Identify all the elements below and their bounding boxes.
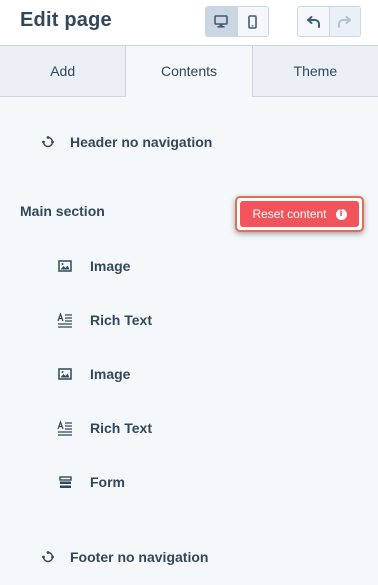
global-module-icon xyxy=(40,549,56,565)
desktop-view-button[interactable] xyxy=(206,7,237,36)
module-item-rich-text-2[interactable]: Rich Text xyxy=(57,416,152,440)
redo-button[interactable] xyxy=(328,7,360,36)
mobile-view-button[interactable] xyxy=(236,7,269,36)
reset-content-label: Reset content xyxy=(252,207,327,221)
global-module-icon xyxy=(40,134,56,150)
module-item-rich-text-1[interactable]: Rich Text xyxy=(57,308,152,332)
module-item-image-1[interactable]: Image xyxy=(57,254,130,278)
tab-add[interactable]: Add xyxy=(0,46,126,96)
undo-icon xyxy=(307,15,321,28)
desktop-icon xyxy=(214,15,229,28)
header-module-label: Header no navigation xyxy=(70,134,213,150)
main-section-title: Main section xyxy=(20,203,105,219)
tab-contents[interactable]: Contents xyxy=(125,46,252,97)
sidebar-tabs: Add Contents Theme xyxy=(0,46,378,97)
tab-theme[interactable]: Theme xyxy=(251,46,378,96)
reset-content-button[interactable]: Reset content i xyxy=(240,201,359,227)
footer-module-item[interactable]: Footer no navigation xyxy=(40,545,208,569)
module-item-label: Image xyxy=(90,366,131,382)
undo-button[interactable] xyxy=(298,7,329,36)
module-item-label: Image xyxy=(90,258,131,274)
device-toggle xyxy=(205,6,269,37)
form-icon xyxy=(57,474,73,490)
rich-text-icon xyxy=(57,312,73,328)
reset-content-highlight: Reset content i xyxy=(235,196,364,232)
module-item-label: Rich Text xyxy=(90,420,152,436)
module-item-form[interactable]: Form xyxy=(57,470,125,494)
image-icon xyxy=(57,258,73,274)
redo-icon xyxy=(337,15,351,28)
header-module-item[interactable]: Header no navigation xyxy=(40,130,212,154)
module-item-image-2[interactable]: Image xyxy=(57,362,130,386)
info-icon: i xyxy=(335,208,347,220)
image-icon xyxy=(57,366,73,382)
page-title: Edit page xyxy=(20,9,112,31)
module-item-label: Form xyxy=(90,474,125,490)
module-item-label: Rich Text xyxy=(90,312,152,328)
footer-module-label: Footer no navigation xyxy=(70,549,209,565)
mobile-icon xyxy=(248,14,258,29)
rich-text-icon xyxy=(57,420,73,436)
editor-header: Edit page xyxy=(0,0,378,46)
history-controls xyxy=(297,6,361,37)
